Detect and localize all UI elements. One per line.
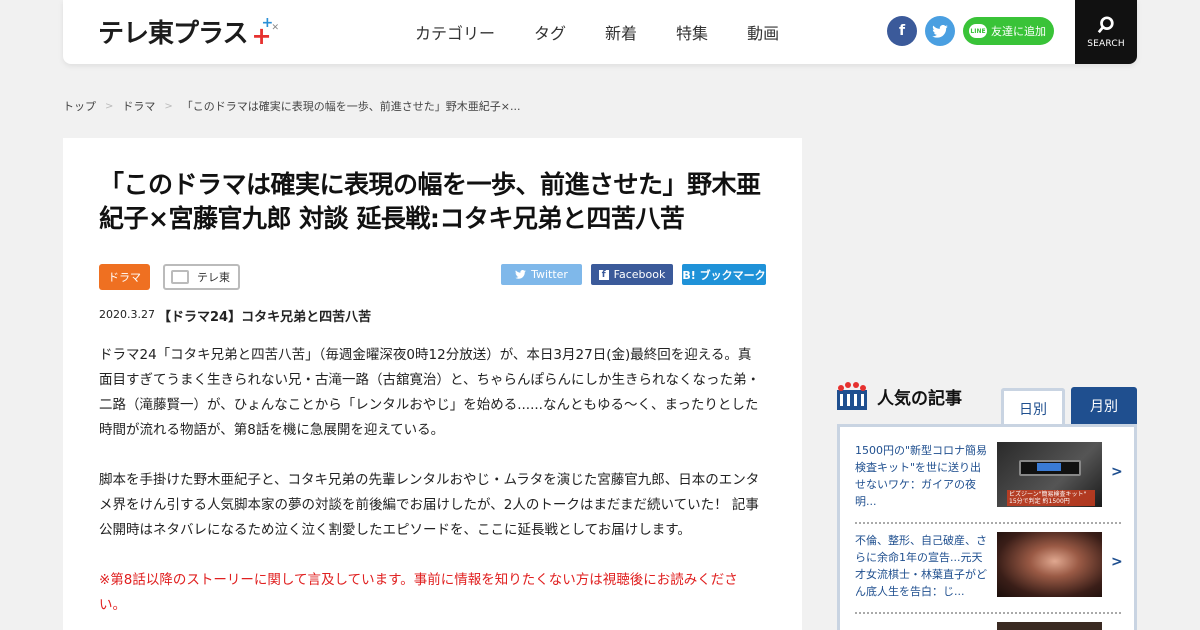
chevron-right-icon: > <box>1111 554 1123 570</box>
breadcrumb-top[interactable]: トップ <box>63 98 96 114</box>
channel-label: テレ東 <box>197 271 230 284</box>
chevron-right-icon: > <box>105 100 114 112</box>
line-icon: LINE <box>969 24 987 38</box>
nav-tag[interactable]: タグ <box>534 20 566 44</box>
facebook-icon: f <box>598 269 609 280</box>
program-title: 【ドラマ24】コタキ兄弟と四苦八苦 <box>158 310 372 325</box>
hatena-bookmark-button[interactable]: B! ブックマーク <box>682 264 766 285</box>
search-icon <box>1097 15 1114 33</box>
article-title: 「このドラマは確実に表現の幅を一歩、前進させた」野木亜紀子×宮藤官九郎 対談 延… <box>99 170 761 233</box>
line-label: 友達に追加 <box>991 25 1046 38</box>
nav-new[interactable]: 新着 <box>605 20 637 44</box>
nav-video[interactable]: 動画 <box>747 20 779 44</box>
search-label: SEARCH <box>1087 38 1125 49</box>
nav-category[interactable]: カテゴリー <box>415 20 495 44</box>
chevron-right-icon: > <box>1111 464 1123 480</box>
logo-text: テレ東プラス <box>98 18 248 49</box>
publish-date: 2020.3.27 <box>99 308 155 321</box>
paragraph: ドラマ24「コタキ兄弟と四苦八苦」（毎週金曜深夜0時12分放送）が、本日3月27… <box>99 347 760 438</box>
logo-plus-icon: + + ✕ <box>251 15 280 50</box>
line-add-friend-button[interactable]: LINE 友達に追加 <box>963 17 1054 45</box>
popular-title: 人気の記事 <box>877 388 962 409</box>
chevron-right-icon: > <box>164 100 173 112</box>
twitter-icon <box>515 270 526 279</box>
tab-daily[interactable]: 日別 <box>1001 388 1065 426</box>
popular-list: 1500円の"新型コロナ簡易検査キット"を世に送り出せないワケ：ガイアの夜明..… <box>837 424 1137 630</box>
popular-heading: 人気の記事 <box>837 382 962 410</box>
channel-tag[interactable]: テレ東 <box>163 264 240 290</box>
crown-icon <box>837 382 867 410</box>
search-button[interactable]: SEARCH <box>1075 0 1137 64</box>
facebook-icon[interactable]: f <box>887 16 917 46</box>
popular-item-thumbnail: ビズジーン"簡易検査キット" 15分で判定 約1500円 <box>997 442 1102 507</box>
share-facebook-button[interactable]: f Facebook <box>591 264 673 285</box>
popular-item[interactable]: 1500円の"新型コロナ簡易検査キット"を世に送り出せないワケ：ガイアの夜明..… <box>855 442 1123 524</box>
popular-item[interactable] <box>855 622 1121 630</box>
popular-item-thumbnail <box>997 622 1102 630</box>
breadcrumb-drama[interactable]: ドラマ <box>122 98 155 114</box>
site-header: テレ東プラス + + ✕ カテゴリー タグ 新着 特集 動画 f LINE 友達に追… <box>63 0 1137 64</box>
article-body: ドラマ24「コタキ兄弟と四苦八苦」（毎週金曜深夜0時12分放送）が、本日3月27… <box>99 343 763 630</box>
breadcrumb: トップ > ドラマ > 「このドラマは確実に表現の幅を一歩、前進させた」野木亜紀… <box>63 98 521 114</box>
share-twitter-button[interactable]: Twitter <box>501 264 582 285</box>
spoiler-warning: ※第8話以降のストーリーに関して言及しています。事前に情報を知りたくない方は視聴… <box>99 572 738 613</box>
popular-item-thumbnail <box>997 532 1102 597</box>
popular-item[interactable]: 不倫、整形、自己破産、さらに余命1年の宣告...元天才女流棋士・林葉直子がどん底… <box>855 532 1123 614</box>
article-card: 「このドラマは確実に表現の幅を一歩、前進させた」野木亜紀子×宮藤官九郎 対談 延… <box>63 138 802 630</box>
tab-monthly[interactable]: 月別 <box>1071 387 1137 425</box>
twitter-icon[interactable] <box>925 16 955 46</box>
popular-item-text: 不倫、整形、自己破産、さらに余命1年の宣告...元天才女流棋士・林葉直子がどん底… <box>855 534 987 598</box>
tv-icon <box>171 270 189 284</box>
breadcrumb-current: 「このドラマは確実に表現の幅を一歩、前進させた」野木亜紀子×... <box>181 100 521 113</box>
paragraph: 脚本を手掛けた野木亜紀子と、コタキ兄弟の先輩レンタルおやじ・ムラタを演じた宮藤官… <box>99 472 760 538</box>
popular-item-text: 1500円の"新型コロナ簡易検査キット"を世に送り出せないワケ：ガイアの夜明..… <box>855 444 988 508</box>
nav-feature[interactable]: 特集 <box>676 20 708 44</box>
main-nav: カテゴリー タグ 新着 特集 動画 <box>415 20 818 44</box>
genre-tag[interactable]: ドラマ <box>99 264 150 290</box>
site-logo[interactable]: テレ東プラス + + ✕ <box>98 14 280 50</box>
